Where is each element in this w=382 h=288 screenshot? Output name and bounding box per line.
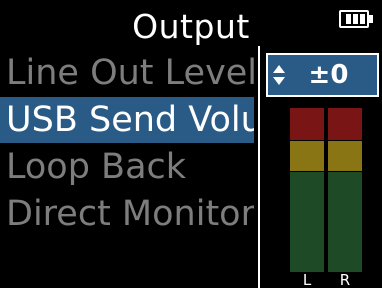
meter-label-right: R	[339, 271, 351, 288]
up-down-arrows-icon	[268, 55, 290, 95]
meter-green-zone	[290, 172, 324, 272]
menu-item-direct-monitor[interactable]: Direct Monitor	[0, 191, 254, 237]
battery-cell	[360, 14, 365, 24]
level-meter-right	[328, 108, 362, 272]
meter-red-zone	[290, 108, 324, 140]
battery-tip	[369, 15, 373, 23]
level-meter-left	[290, 108, 324, 272]
battery-cell	[346, 14, 351, 24]
volume-value-box[interactable]: ±0	[266, 53, 379, 97]
meter-label-left: L	[302, 271, 312, 288]
battery-cell	[353, 14, 358, 24]
meter-yellow-zone	[328, 141, 362, 171]
meter-yellow-zone	[290, 141, 324, 171]
battery-icon	[339, 10, 375, 28]
menu-item-line-out-level[interactable]: Line Out Level	[0, 50, 254, 96]
volume-value: ±0	[308, 60, 349, 90]
screen-title: Output	[132, 7, 250, 46]
menu-item-usb-send-volume[interactable]: USB Send Volume	[0, 97, 254, 143]
meter-green-zone	[328, 172, 362, 272]
battery-body	[339, 10, 369, 28]
recorder-screen: Output Line Out Level USB Send Volume Lo…	[0, 0, 382, 288]
output-menu: Line Out Level USB Send Volume Loop Back…	[0, 50, 254, 288]
panel-divider	[258, 46, 260, 288]
menu-item-loop-back[interactable]: Loop Back	[0, 144, 254, 190]
meter-red-zone	[328, 108, 362, 140]
